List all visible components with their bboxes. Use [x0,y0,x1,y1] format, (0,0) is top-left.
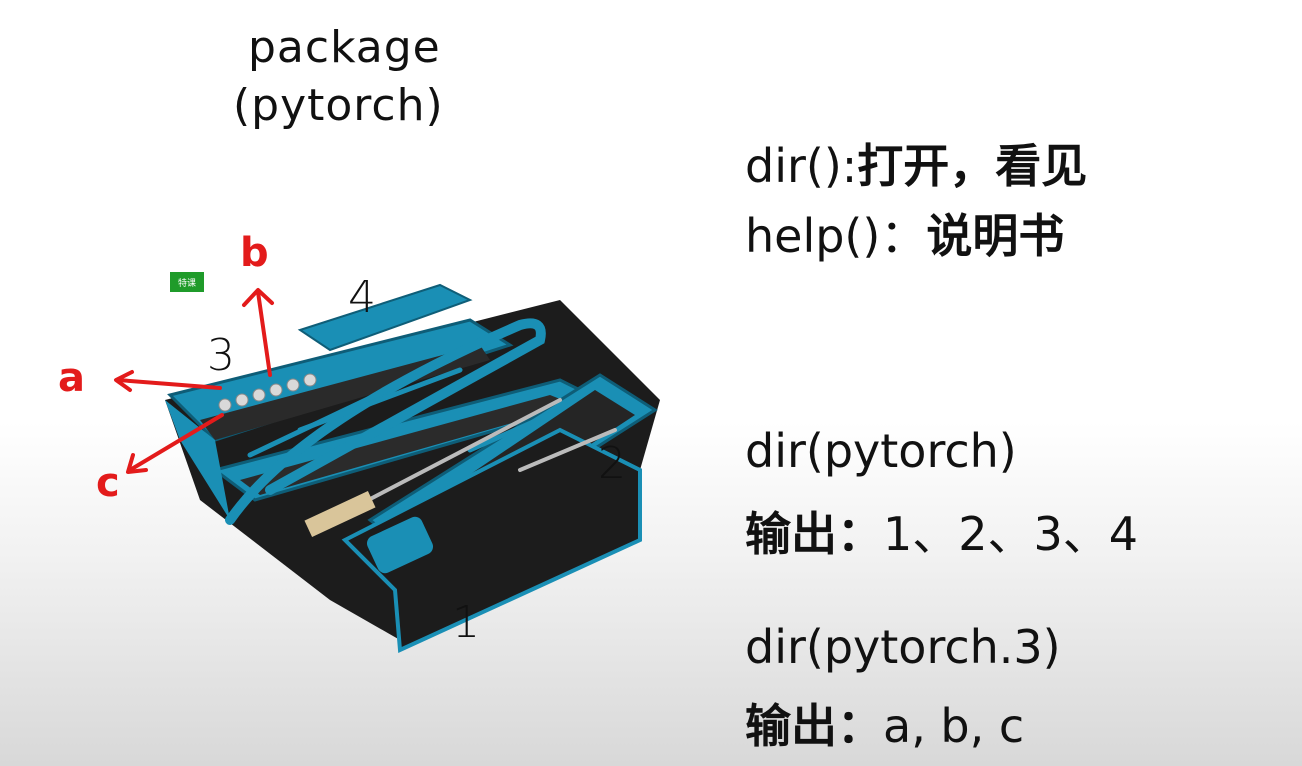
help-code: help()： [745,209,927,263]
package-title: package [248,22,441,73]
help-meaning: 说明书 [926,209,1065,263]
example2-output: 输出：a, b, c [745,690,1024,756]
example1-value: 1、2、3、4 [883,507,1139,561]
dir-code: dir(): [745,139,858,193]
label-b: b [240,230,269,276]
package-subtitle: (pytorch) [233,80,444,131]
help-definition: help()：说明书 [745,200,1064,266]
label-a: a [58,355,85,401]
label-3: 3 [207,330,235,381]
example1-output: 输出：1、2、3、4 [745,498,1138,564]
toolbox-illustration [114,283,660,654]
example2-label: 输出： [745,699,883,753]
example2-value: a, b, c [883,699,1025,753]
label-2: 2 [598,438,626,489]
label-1: 1 [452,597,480,648]
green-tag: 特课 [170,272,204,292]
label-c: c [96,460,120,506]
label-4: 4 [348,272,376,323]
example2-call: dir(pytorch.3) [745,620,1061,674]
example1-label: 输出： [745,507,883,561]
example1-call: dir(pytorch) [745,424,1017,478]
dir-definition: dir():打开，看见 [745,130,1087,196]
dir-meaning: 打开，看见 [857,139,1088,193]
